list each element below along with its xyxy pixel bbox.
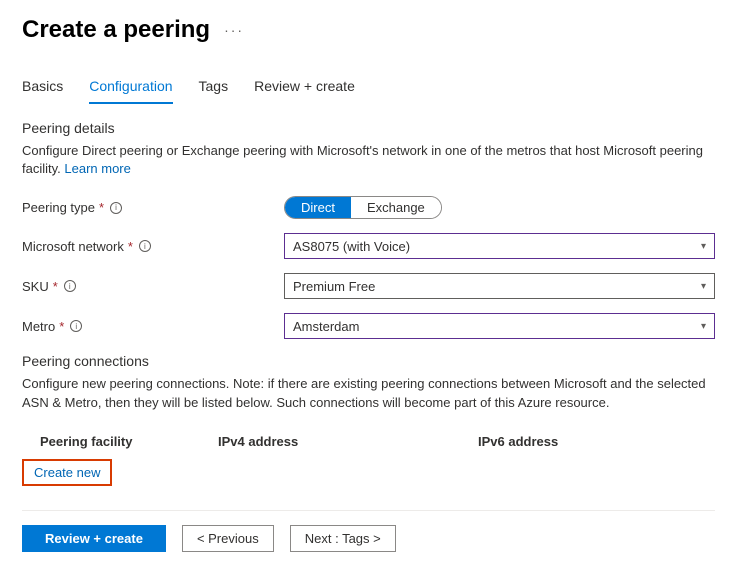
tab-basics[interactable]: Basics (22, 72, 63, 104)
create-new-link[interactable]: Create new (34, 465, 100, 480)
chevron-down-icon: ▾ (701, 321, 706, 332)
learn-more-link[interactable]: Learn more (64, 161, 130, 176)
col-header-ipv6: IPv6 address (478, 434, 715, 449)
tab-configuration[interactable]: Configuration (89, 72, 172, 104)
select-metro-value: Amsterdam (293, 319, 359, 334)
label-microsoft-network-text: Microsoft network (22, 239, 124, 254)
control-microsoft-network: AS8075 (with Voice) ▾ (284, 233, 715, 259)
peering-details-section: Peering details Configure Direct peering… (22, 120, 715, 339)
tab-review-create[interactable]: Review + create (254, 72, 355, 104)
section-desc-details: Configure Direct peering or Exchange pee… (22, 142, 715, 178)
select-sku-value: Premium Free (293, 279, 375, 294)
required-indicator: * (99, 200, 104, 215)
col-header-ipv4: IPv4 address (218, 434, 478, 449)
section-heading-connections: Peering connections (22, 353, 715, 369)
review-create-button[interactable]: Review + create (22, 525, 166, 552)
chevron-down-icon: ▾ (701, 281, 706, 292)
previous-button[interactable]: < Previous (182, 525, 274, 552)
section-desc-connections: Configure new peering connections. Note:… (22, 375, 715, 411)
info-icon[interactable]: i (70, 320, 82, 332)
peering-type-toggle: Direct Exchange (284, 196, 442, 219)
more-icon[interactable]: ··· (224, 22, 244, 38)
row-microsoft-network: Microsoft network * i AS8075 (with Voice… (22, 233, 715, 259)
info-icon[interactable]: i (64, 280, 76, 292)
select-microsoft-network-value: AS8075 (with Voice) (293, 239, 410, 254)
info-icon[interactable]: i (139, 240, 151, 252)
row-metro: Metro * i Amsterdam ▾ (22, 313, 715, 339)
footer-actions: Review + create < Previous Next : Tags > (22, 510, 715, 552)
required-indicator: * (53, 279, 58, 294)
row-peering-type: Peering type * i Direct Exchange (22, 196, 715, 219)
tab-bar: Basics Configuration Tags Review + creat… (22, 72, 715, 104)
create-new-highlight: Create new (22, 459, 112, 486)
chevron-down-icon: ▾ (701, 241, 706, 252)
control-metro: Amsterdam ▾ (284, 313, 715, 339)
row-sku: SKU * i Premium Free ▾ (22, 273, 715, 299)
peering-connections-section: Peering connections Configure new peerin… (22, 353, 715, 485)
next-button[interactable]: Next : Tags > (290, 525, 396, 552)
page-title: Create a peering (22, 16, 210, 44)
label-metro: Metro * i (22, 319, 284, 334)
control-sku: Premium Free ▾ (284, 273, 715, 299)
tab-tags[interactable]: Tags (199, 72, 229, 104)
label-sku-text: SKU (22, 279, 49, 294)
label-microsoft-network: Microsoft network * i (22, 239, 284, 254)
pill-direct[interactable]: Direct (285, 197, 351, 218)
label-sku: SKU * i (22, 279, 284, 294)
connections-table-header: Peering facility IPv4 address IPv6 addre… (22, 426, 715, 457)
select-sku[interactable]: Premium Free ▾ (284, 273, 715, 299)
label-peering-type-text: Peering type (22, 200, 95, 215)
pill-exchange[interactable]: Exchange (351, 197, 441, 218)
required-indicator: * (128, 239, 133, 254)
required-indicator: * (59, 319, 64, 334)
control-peering-type: Direct Exchange (284, 196, 715, 219)
section-heading-details: Peering details (22, 120, 715, 136)
select-metro[interactable]: Amsterdam ▾ (284, 313, 715, 339)
col-header-facility: Peering facility (40, 434, 218, 449)
label-peering-type: Peering type * i (22, 200, 284, 215)
label-metro-text: Metro (22, 319, 55, 334)
page-header: Create a peering ··· (22, 16, 715, 44)
info-icon[interactable]: i (110, 202, 122, 214)
select-microsoft-network[interactable]: AS8075 (with Voice) ▾ (284, 233, 715, 259)
